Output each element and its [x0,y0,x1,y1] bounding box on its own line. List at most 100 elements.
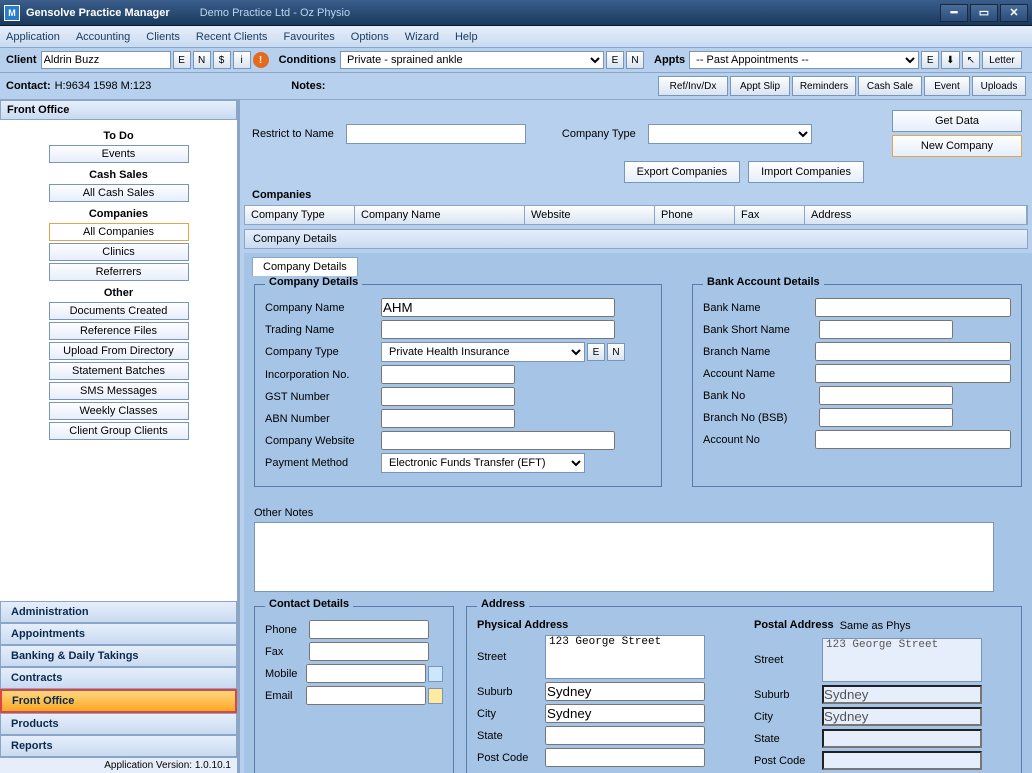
letter-button[interactable]: Letter [982,51,1022,69]
p-city-input[interactable] [822,707,982,726]
fax-input[interactable] [309,642,429,661]
minimize-button[interactable]: ━ [940,4,968,22]
p-state-input[interactable] [822,729,982,748]
company-type-filter-combo[interactable] [648,124,812,144]
trading-name-input[interactable] [381,320,615,339]
accordion-frontoffice[interactable]: Front Office [0,689,237,713]
client-e-button[interactable]: E [173,51,191,69]
refinv-button[interactable]: Ref/Inv/Dx [658,76,728,96]
postcode-input[interactable] [545,748,705,767]
nav-reference-files[interactable]: Reference Files [49,322,189,340]
bankshort-input[interactable] [819,320,953,339]
nav-upload-dir[interactable]: Upload From Directory [49,342,189,360]
import-companies-button[interactable]: Import Companies [748,161,864,183]
bankname-input[interactable] [815,298,1011,317]
cashsale-button[interactable]: Cash Sale [858,76,922,96]
maximize-button[interactable]: ▭ [970,4,998,22]
incorp-input[interactable] [381,365,515,384]
menu-help[interactable]: Help [455,31,478,43]
nav-referrers[interactable]: Referrers [49,263,189,281]
menu-recent-clients[interactable]: Recent Clients [196,31,268,43]
nav-weekly-classes[interactable]: Weekly Classes [49,402,189,420]
nav-sms-messages[interactable]: SMS Messages [49,382,189,400]
menu-wizard[interactable]: Wizard [405,31,439,43]
conditions-combo[interactable]: Private - sprained ankle [340,51,604,69]
accountname-input[interactable] [815,364,1011,383]
gst-input[interactable] [381,387,515,406]
uploads-button[interactable]: Uploads [972,76,1026,96]
p-suburb-input[interactable] [822,685,982,704]
client-dollar-button[interactable]: $ [213,51,231,69]
menu-application[interactable]: Application [6,31,60,43]
new-company-button[interactable]: New Company [892,135,1022,157]
accordion-contracts[interactable]: Contracts [0,667,237,689]
appts-combo[interactable]: -- Past Appointments -- [689,51,919,69]
event-button[interactable]: Event [924,76,970,96]
export-companies-button[interactable]: Export Companies [624,161,741,183]
p-postcode-input[interactable] [822,751,982,770]
appts-e-button[interactable]: E [921,51,939,69]
website-input[interactable] [381,431,615,450]
get-data-button[interactable]: Get Data [892,110,1022,132]
tab-company-details[interactable]: Company Details [252,257,358,276]
company-type-select[interactable]: Private Health Insurance [381,342,585,362]
col-fax[interactable]: Fax [735,206,805,224]
alert-icon[interactable]: ! [253,52,269,68]
other-notes-input[interactable] [254,522,994,592]
accordion-products[interactable]: Products [0,713,237,735]
col-company-type[interactable]: Company Type [245,206,355,224]
payment-label: Payment Method [265,457,381,469]
accordion-banking[interactable]: Banking & Daily Takings [0,645,237,667]
branchno-input[interactable] [819,408,953,427]
menu-accounting[interactable]: Accounting [76,31,130,43]
mobile-icon[interactable] [428,666,443,682]
payment-select[interactable]: Electronic Funds Transfer (EFT) [381,453,585,473]
bankno-input[interactable] [819,386,953,405]
trading-name-label: Trading Name [265,324,381,336]
nav-allcompanies[interactable]: All Companies [49,223,189,241]
client-n-button[interactable]: N [193,51,211,69]
close-button[interactable]: ✕ [1000,4,1028,22]
menu-favourites[interactable]: Favourites [283,31,334,43]
nav-statement-batches[interactable]: Statement Batches [49,362,189,380]
nav-client-group[interactable]: Client Group Clients [49,422,189,440]
appts-download-button[interactable]: ⬇ [941,51,959,69]
col-phone[interactable]: Phone [655,206,735,224]
nav-clinics[interactable]: Clinics [49,243,189,261]
restrict-input[interactable] [346,124,526,144]
mobile-input[interactable] [306,664,426,683]
reminders-button[interactable]: Reminders [792,76,856,96]
accordion-reports[interactable]: Reports [0,735,237,757]
branchname-input[interactable] [815,342,1011,361]
menu-options[interactable]: Options [351,31,389,43]
street-input[interactable]: 123 George Street [545,635,705,679]
nav-events[interactable]: Events [49,145,189,163]
conditions-e-button[interactable]: E [606,51,624,69]
apptslip-button[interactable]: Appt Slip [730,76,790,96]
appts-cursor-button[interactable]: ↖ [962,51,980,69]
col-company-name[interactable]: Company Name [355,206,525,224]
nav-allcashsales[interactable]: All Cash Sales [49,184,189,202]
type-e-button[interactable]: E [587,343,605,361]
col-address[interactable]: Address [805,206,1027,224]
client-combo[interactable] [41,51,171,69]
col-website[interactable]: Website [525,206,655,224]
company-name-input[interactable] [381,298,615,317]
state-input[interactable] [545,726,705,745]
suburb-input[interactable] [545,682,705,701]
accountno-input[interactable] [815,430,1011,449]
phone-input[interactable] [309,620,429,639]
nav-documents[interactable]: Documents Created [49,302,189,320]
email-icon[interactable] [428,688,443,704]
p-street-input[interactable]: 123 George Street [822,638,982,682]
city-input[interactable] [545,704,705,723]
client-i-button[interactable]: i [233,51,251,69]
accordion-appointments[interactable]: Appointments [0,623,237,645]
abn-input[interactable] [381,409,515,428]
conditions-n-button[interactable]: N [626,51,644,69]
accordion-administration[interactable]: Administration [0,601,237,623]
type-n-button[interactable]: N [607,343,625,361]
email-input[interactable] [306,686,426,705]
sameas-label[interactable]: Same as Phys [840,620,911,632]
menu-clients[interactable]: Clients [146,31,180,43]
